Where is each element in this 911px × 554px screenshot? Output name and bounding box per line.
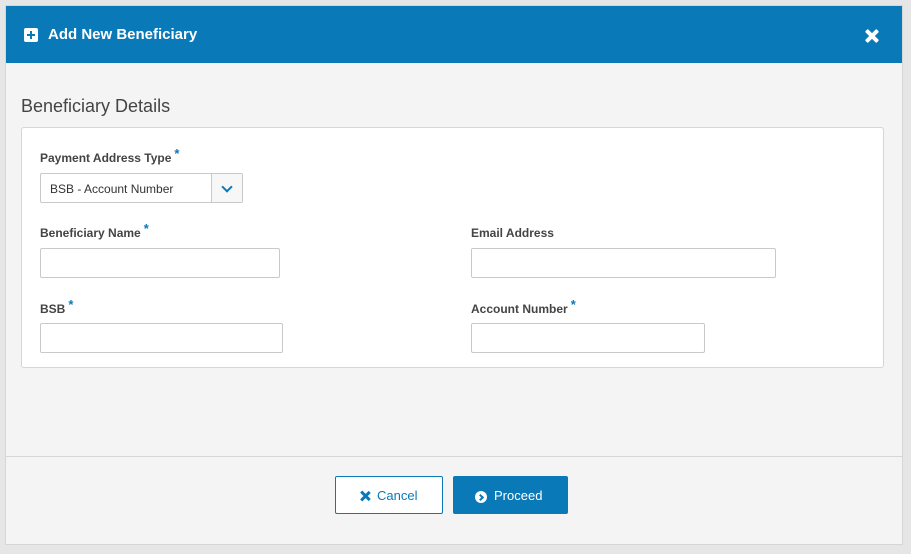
- proceed-label: Proceed: [494, 488, 543, 503]
- beneficiary-name-label-text: Beneficiary Name: [40, 226, 141, 240]
- required-mark: *: [174, 146, 180, 161]
- payment-address-type-select[interactable]: BSB - Account Number: [40, 173, 243, 203]
- bsb-label-text: BSB: [40, 302, 66, 316]
- required-mark: *: [143, 221, 149, 236]
- arrow-circle-right-icon: [475, 491, 487, 503]
- cancel-button[interactable]: Cancel: [335, 476, 443, 514]
- x-icon: [360, 491, 370, 501]
- account-number-input[interactable]: [471, 323, 705, 353]
- payment-address-type-label-text: Payment Address Type: [40, 151, 172, 165]
- cancel-label: Cancel: [377, 488, 418, 503]
- email-address-label: Email Address: [471, 226, 554, 240]
- account-number-label-text: Account Number: [471, 302, 568, 316]
- bsb-input[interactable]: [40, 323, 283, 353]
- section-title: Beneficiary Details: [21, 96, 171, 116]
- dialog-footer: Cancel Proceed: [6, 457, 902, 527]
- plus-square-icon: [24, 28, 38, 42]
- beneficiary-name-label: Beneficiary Name *: [40, 222, 149, 241]
- dialog-title: Add New Beneficiary: [48, 26, 198, 43]
- required-mark: *: [570, 297, 576, 312]
- close-icon[interactable]: [864, 28, 880, 44]
- email-address-input[interactable]: [471, 248, 776, 278]
- bsb-label: BSB *: [40, 298, 73, 317]
- beneficiary-name-input[interactable]: [40, 248, 280, 278]
- account-number-label: Account Number *: [471, 298, 576, 317]
- beneficiary-details-panel: Payment Address Type * BSB - Account Numb…: [21, 127, 884, 368]
- dialog-header: Add New Beneficiary: [6, 6, 902, 63]
- payment-address-type-label: Payment Address Type *: [40, 147, 179, 166]
- required-mark: *: [68, 297, 74, 312]
- proceed-button[interactable]: Proceed: [453, 476, 568, 514]
- chevron-down-icon[interactable]: [211, 174, 242, 202]
- add-beneficiary-dialog: Add New Beneficiary Beneficiary Details …: [5, 5, 903, 545]
- payment-address-type-value: BSB - Account Number: [50, 182, 174, 196]
